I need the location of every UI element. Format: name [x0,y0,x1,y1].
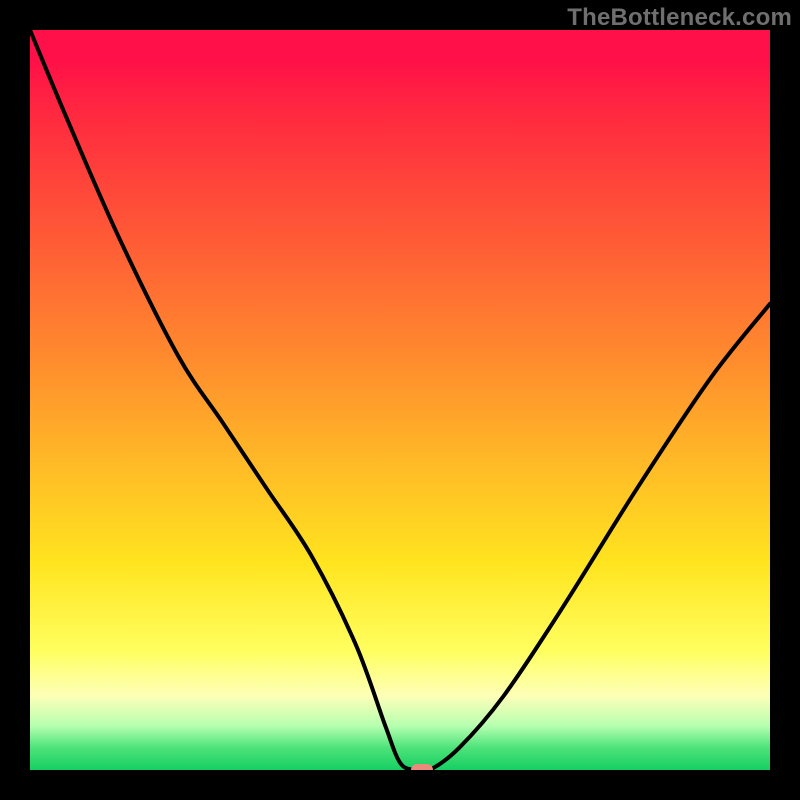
bottleneck-curve-path [30,30,770,770]
attribution-text: TheBottleneck.com [567,4,792,32]
curve-svg [30,30,770,770]
chart-stage: TheBottleneck.com [0,0,800,800]
plot-area [30,30,770,770]
minimum-marker [411,764,433,770]
